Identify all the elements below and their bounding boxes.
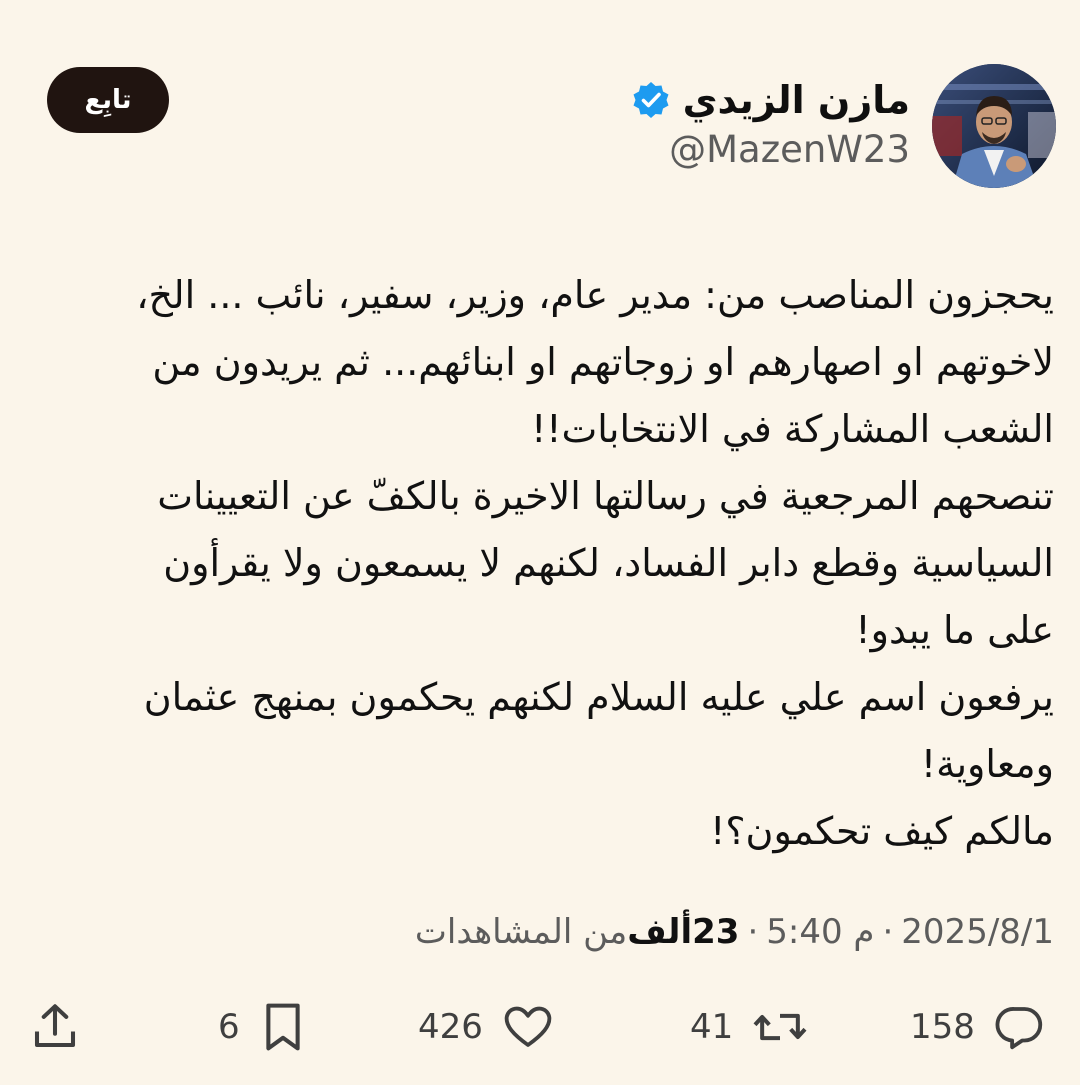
avatar-image bbox=[932, 64, 1056, 188]
retweet-arrows-icon bbox=[753, 1013, 807, 1041]
bookmark-count: 6 bbox=[218, 1007, 240, 1047]
heart-icon bbox=[504, 1006, 552, 1047]
tweet-line: الشعب المشاركة في الانتخابات!! bbox=[531, 407, 1054, 451]
follow-button[interactable]: تابِع bbox=[47, 67, 169, 133]
reply-button[interactable]: 158 bbox=[910, 995, 1047, 1059]
share-button[interactable] bbox=[28, 995, 82, 1059]
views-label: من المشاهدات bbox=[414, 912, 628, 952]
meta-separator: · bbox=[747, 912, 759, 952]
views-count[interactable]: 23ألف bbox=[627, 908, 739, 956]
speech-bubble-icon bbox=[995, 1007, 1042, 1050]
tweet-line: يحجزون المناصب من: مدير عام، وزير، سفير،… bbox=[136, 273, 1054, 317]
tweet-card: مازن الزيدي @MazenW23 تابِع يحجزون المنا… bbox=[0, 0, 1080, 1085]
share-upload-icon bbox=[34, 1004, 76, 1048]
tweet-line: ومعاوية! bbox=[920, 742, 1054, 786]
author-display-name[interactable]: مازن الزيدي bbox=[683, 76, 910, 124]
tweet-line: السياسية وقطع دابر الفساد، لكنهم لا يسمع… bbox=[163, 541, 1054, 585]
tweet-meta: من المشاهدات 23ألف · 5:40 م · 2025/8/1 bbox=[415, 908, 1054, 956]
tweet-date[interactable]: 2025/8/1 bbox=[901, 908, 1054, 956]
author-name-row[interactable]: مازن الزيدي bbox=[631, 76, 910, 124]
verified-badge-icon bbox=[633, 82, 669, 118]
avatar[interactable] bbox=[932, 64, 1056, 188]
reply-count: 158 bbox=[910, 1007, 975, 1047]
tweet-line: مالكم كيف تحكمون؟! bbox=[710, 809, 1054, 853]
tweet-time[interactable]: 5:40 م bbox=[766, 908, 874, 956]
tweet-line: تنصحهم المرجعية في رسالتها الاخيرة بالكف… bbox=[157, 474, 1054, 518]
author-handle[interactable]: @MazenW23 bbox=[669, 128, 910, 172]
retweet-button[interactable]: 41 bbox=[690, 995, 809, 1059]
tweet-line: يرفعون اسم علي عليه السلام لكنهم يحكمون … bbox=[143, 675, 1054, 719]
action-bar: 158 41 426 6 bbox=[0, 995, 1080, 1059]
retweet-count: 41 bbox=[690, 1007, 734, 1047]
tweet-text: يحجزون المناصب من: مدير عام، وزير، سفير،… bbox=[24, 262, 1054, 865]
bookmark-button[interactable]: 6 bbox=[218, 995, 308, 1059]
like-count: 426 bbox=[418, 1007, 483, 1047]
bookmark-icon bbox=[265, 1003, 300, 1051]
tweet-line: على ما يبدو! bbox=[855, 608, 1054, 652]
like-button[interactable]: 426 bbox=[418, 995, 555, 1059]
meta-separator: · bbox=[882, 912, 894, 952]
tweet-line: لاخوتهم او اصهارهم او زوجاتهم او ابنائهم… bbox=[152, 340, 1054, 384]
